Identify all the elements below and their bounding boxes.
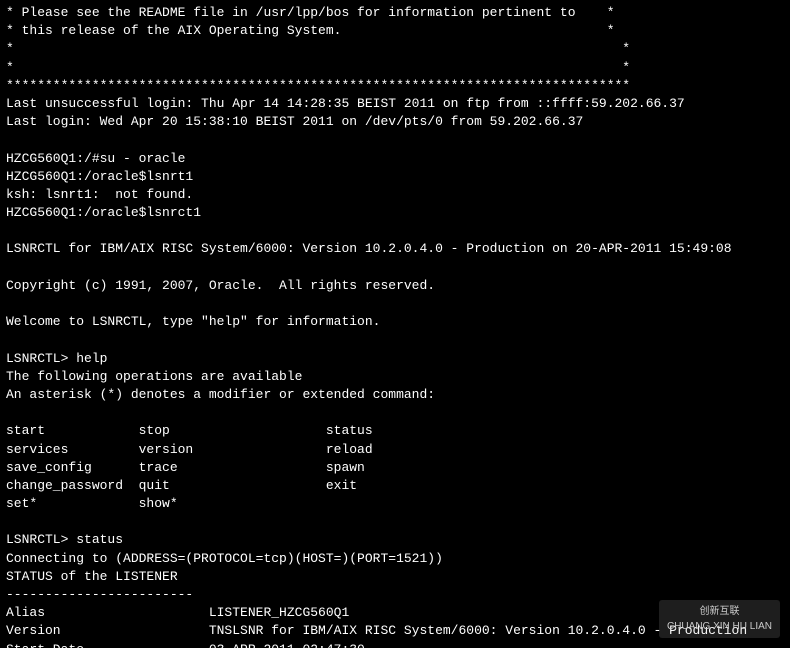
terminal-content: * Please see the README file in /usr/lpp…	[6, 4, 784, 648]
terminal-window[interactable]: * Please see the README file in /usr/lpp…	[0, 0, 790, 648]
watermark-line1: 创新互联	[667, 604, 772, 619]
watermark: 创新互联 CHUANG XIN HU LIAN	[659, 600, 780, 638]
watermark-line2: CHUANG XIN HU LIAN	[667, 619, 772, 634]
